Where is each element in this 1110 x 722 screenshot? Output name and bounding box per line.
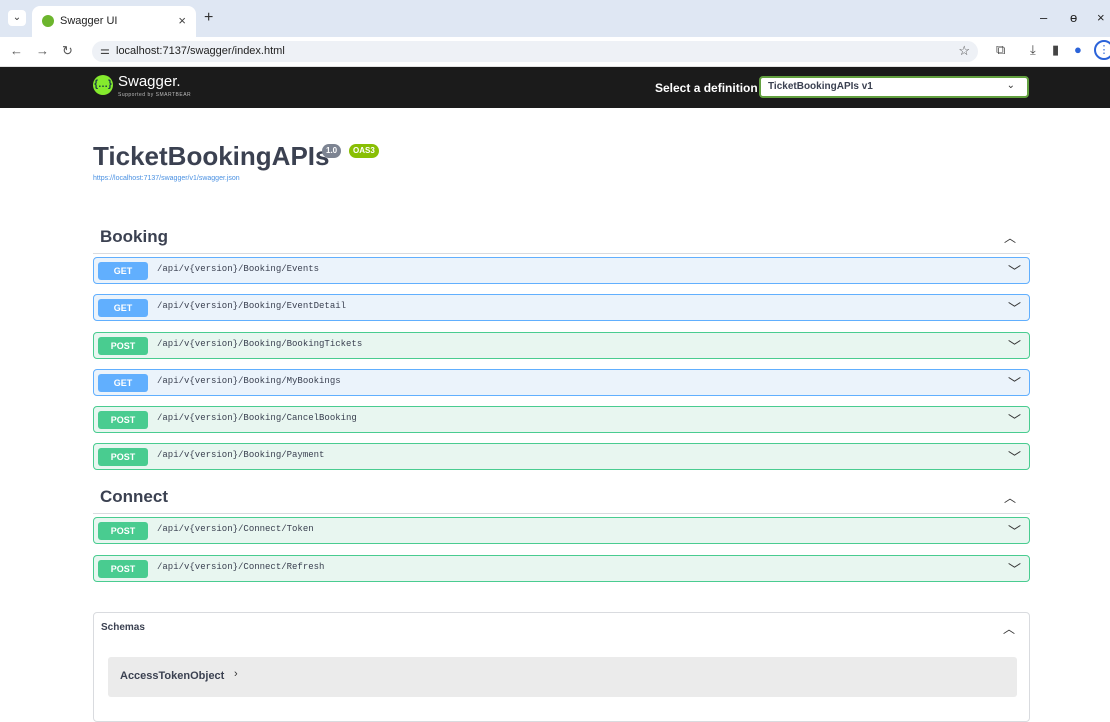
schema-name: AccessTokenObject xyxy=(120,670,225,682)
schemas-section: Schemas ︿ AccessTokenObject › xyxy=(93,612,1030,722)
chevron-down-icon[interactable]: ﹀ xyxy=(1008,447,1021,466)
url-bar[interactable]: ⚌ localhost:7137/swagger/index.html ☆ xyxy=(92,41,978,62)
method-badge: GET xyxy=(98,299,148,317)
oas-badge: OAS3 xyxy=(349,144,379,158)
chevron-down-icon[interactable]: ﹀ xyxy=(1008,559,1021,578)
operation-row[interactable]: POST /api/v{version}/Booking/CancelBooki… xyxy=(93,406,1030,433)
smartbear-text: Supported by SMARTBEAR xyxy=(118,92,192,98)
new-tab-icon[interactable]: + xyxy=(204,9,213,27)
definition-select[interactable]: TicketBookingAPIs v1 ⌄ xyxy=(759,76,1029,98)
chevron-up-icon[interactable]: ︿ xyxy=(1003,620,1015,637)
tag-connect[interactable]: Connect ︿ xyxy=(93,483,1030,514)
tag-name: Booking xyxy=(100,227,168,246)
operation-row[interactable]: GET /api/v{version}/Booking/MyBookings ﹀ xyxy=(93,369,1030,396)
extensions-icon[interactable]: ⧉ xyxy=(996,42,1005,58)
chevron-down-icon[interactable]: ﹀ xyxy=(1008,336,1021,355)
chevron-down-icon[interactable]: ﹀ xyxy=(1008,410,1021,429)
chevron-down-icon[interactable]: ﹀ xyxy=(1008,521,1021,540)
swagger-logo-text[interactable]: Swagger. xyxy=(118,73,181,90)
menu-icon[interactable]: ⋮ xyxy=(1094,40,1110,60)
chevron-down-icon[interactable]: ﹀ xyxy=(1008,373,1021,392)
spec-url-link[interactable]: https://localhost:7137/swagger/v1/swagge… xyxy=(93,175,240,182)
operation-path: /api/v{version}/Connect/Token xyxy=(157,524,314,534)
method-badge: POST xyxy=(98,448,148,466)
tag-name: Connect xyxy=(100,487,168,506)
tab-title: Swagger UI xyxy=(60,15,118,27)
browser-tab[interactable]: Swagger UI × xyxy=(32,6,196,37)
definition-label: Select a definition xyxy=(655,81,758,95)
forward-icon[interactable]: → xyxy=(36,43,49,58)
chevron-right-icon: › xyxy=(234,668,238,680)
swagger-topbar: {…} Swagger. Supported by SMARTBEAR Sele… xyxy=(0,67,1110,108)
swagger-logo-icon[interactable]: {…} xyxy=(93,75,113,95)
operation-path: /api/v{version}/Connect/Refresh xyxy=(157,562,325,572)
operation-row[interactable]: POST /api/v{version}/Booking/BookingTick… xyxy=(93,332,1030,359)
operation-path: /api/v{version}/Booking/BookingTickets xyxy=(157,339,363,349)
restore-icon[interactable]: ɵ xyxy=(1070,10,1077,25)
operation-path: /api/v{version}/Booking/Events xyxy=(157,264,320,274)
site-info-icon[interactable]: ⚌ xyxy=(100,44,110,57)
tab-close-icon[interactable]: × xyxy=(178,13,186,28)
bookmark-star-icon[interactable]: ☆ xyxy=(958,43,970,59)
back-icon[interactable]: ← xyxy=(10,43,23,58)
swagger-favicon-icon xyxy=(42,15,54,27)
method-badge: POST xyxy=(98,522,148,540)
operation-row[interactable]: POST /api/v{version}/Connect/Token ﹀ xyxy=(93,517,1030,544)
side-panel-icon[interactable]: ▮ xyxy=(1052,42,1059,58)
operation-row[interactable]: POST /api/v{version}/Booking/Payment ﹀ xyxy=(93,443,1030,470)
chevron-down-icon: ⌄ xyxy=(1006,80,1015,91)
operation-path: /api/v{version}/Booking/EventDetail xyxy=(157,301,347,311)
operation-path: /api/v{version}/Booking/CancelBooking xyxy=(157,413,357,423)
tag-booking[interactable]: Booking ︿ xyxy=(93,223,1030,254)
method-badge: POST xyxy=(98,560,148,578)
method-badge: GET xyxy=(98,374,148,392)
method-badge: POST xyxy=(98,411,148,429)
address-bar: ← → ↻ ⚌ localhost:7137/swagger/index.htm… xyxy=(0,37,1110,67)
api-title: TicketBookingAPIs xyxy=(93,141,330,171)
reload-icon[interactable]: ↻ xyxy=(62,43,73,59)
download-icon[interactable]: ⤓ xyxy=(1030,42,1036,58)
schemas-title[interactable]: Schemas xyxy=(101,622,145,633)
url-text[interactable]: localhost:7137/swagger/index.html xyxy=(116,45,285,57)
chevron-down-icon[interactable]: ﹀ xyxy=(1008,261,1021,280)
method-badge: POST xyxy=(98,337,148,355)
minimize-icon[interactable]: – xyxy=(1040,10,1047,25)
profile-icon[interactable]: ● xyxy=(1074,42,1082,57)
chevron-up-icon[interactable]: ︿ xyxy=(1004,229,1016,246)
operation-row[interactable]: GET /api/v{version}/Booking/EventDetail … xyxy=(93,294,1030,321)
method-badge: GET xyxy=(98,262,148,280)
definition-value: TicketBookingAPIs v1 xyxy=(768,81,873,92)
operation-path: /api/v{version}/Booking/MyBookings xyxy=(157,376,341,386)
schema-item[interactable]: AccessTokenObject › xyxy=(108,657,1017,697)
operation-row[interactable]: POST /api/v{version}/Connect/Refresh ﹀ xyxy=(93,555,1030,582)
close-window-icon[interactable]: × xyxy=(1097,10,1105,25)
operation-row[interactable]: GET /api/v{version}/Booking/Events ﹀ xyxy=(93,257,1030,284)
chevron-up-icon[interactable]: ︿ xyxy=(1004,489,1016,506)
operation-path: /api/v{version}/Booking/Payment xyxy=(157,450,325,460)
version-badge: 1.0 xyxy=(322,144,342,158)
browser-tab-bar: ⌄ Swagger UI × + – ɵ × xyxy=(0,0,1110,37)
chevron-down-icon[interactable]: ﹀ xyxy=(1008,298,1021,317)
tab-search-icon[interactable]: ⌄ xyxy=(8,10,26,26)
